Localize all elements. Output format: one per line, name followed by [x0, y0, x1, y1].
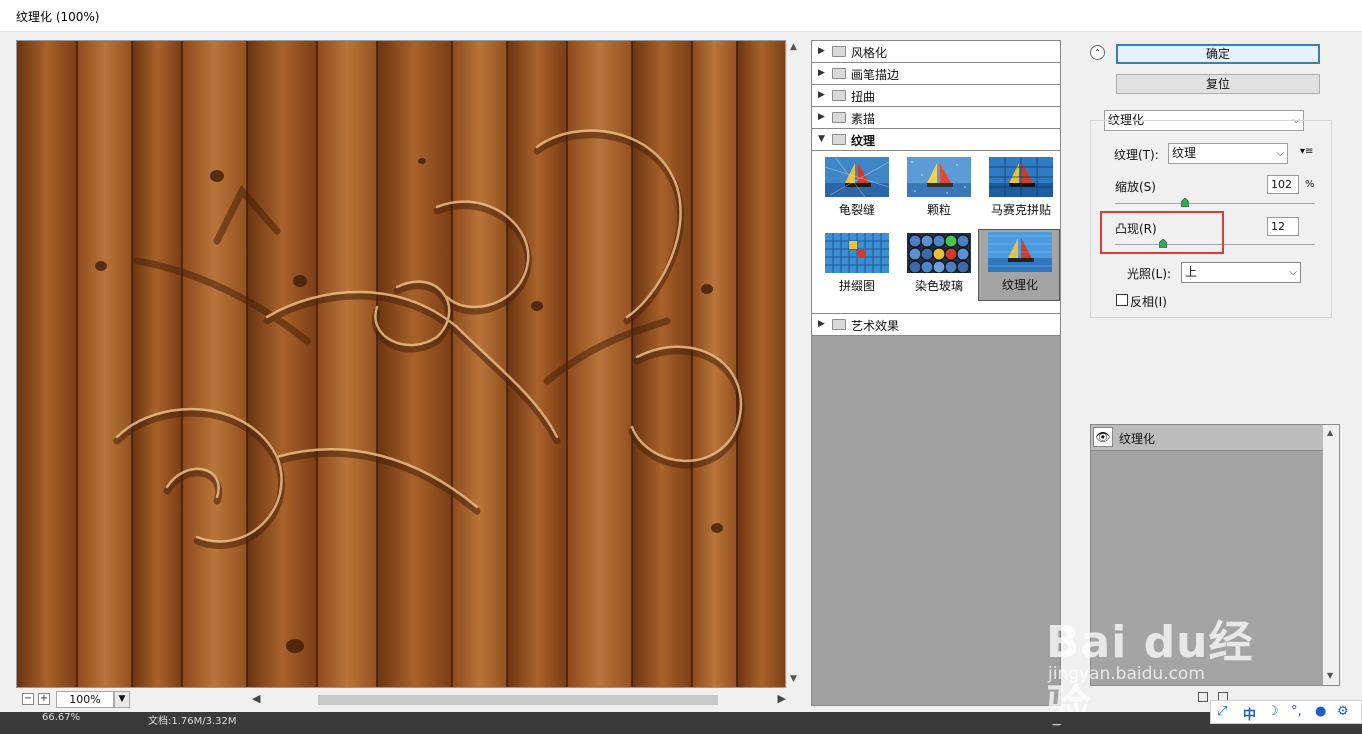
ime-mode[interactable]: 中	[1243, 704, 1256, 723]
invert-checkbox[interactable]	[1116, 294, 1128, 306]
scroll-up-icon[interactable]: ▲	[790, 42, 797, 52]
mosaic-tiles-thumbnail	[989, 157, 1053, 197]
folder-distort[interactable]: ▶ 扭曲	[812, 85, 1060, 107]
title-bar: 纹理化 (100%)	[0, 0, 1362, 32]
effect-layer-row[interactable]: 👁 纹理化	[1091, 425, 1323, 451]
folder-icon	[832, 68, 846, 79]
eye-icon[interactable]: 👁	[1093, 427, 1113, 447]
expand-arrow-icon[interactable]: ▶	[818, 90, 825, 100]
scaling-unit: %	[1305, 179, 1315, 190]
light-label: 光照(L):	[1127, 267, 1172, 281]
zoom-in-icon[interactable]: +	[38, 693, 50, 705]
scroll-down-icon[interactable]: ▼	[1327, 671, 1333, 680]
expand-arrow-icon[interactable]: ▶	[818, 46, 825, 56]
filter-gallery-dialog: 纹理化 (100%) ▲ ▼ − + 100% ▼ ◀ ▶ ▶ 风格化 ▶ 画笔…	[0, 0, 1362, 732]
wood-texture-image	[17, 41, 785, 687]
ok-button[interactable]: 确定	[1116, 44, 1320, 64]
folder-sketch[interactable]: ▶ 素描	[812, 107, 1060, 129]
preview-vertical-scrollbar[interactable]: ▲ ▼	[786, 40, 801, 688]
moon-icon[interactable]: ☽	[1267, 704, 1279, 719]
punctuation-icon[interactable]: °,	[1291, 704, 1302, 719]
preview-canvas[interactable]	[16, 40, 786, 688]
relief-input[interactable]: 12	[1267, 217, 1299, 236]
filter-mosaic-tiles[interactable]: 马赛克拼贴	[980, 155, 1062, 227]
filter-patchwork[interactable]: 拼缀图	[816, 231, 898, 303]
light-select[interactable]: 上 ⌵	[1181, 262, 1301, 283]
scaling-slider-track[interactable]	[1115, 203, 1315, 204]
invert-label: 反相(I)	[1130, 295, 1167, 309]
scroll-up-icon[interactable]: ▲	[1327, 428, 1333, 437]
expand-arrow-icon[interactable]: ▶	[818, 319, 825, 329]
preview-horizontal-scrollbar[interactable]: ◀ ▶	[248, 691, 788, 708]
chevron-down-icon: ⌵	[1289, 267, 1297, 278]
scaling-slider-thumb[interactable]	[1181, 198, 1189, 207]
filter-grain[interactable]: 颗粒	[898, 155, 980, 227]
folder-icon	[832, 319, 846, 330]
settings-gear-icon[interactable]: ⚙	[1337, 704, 1349, 719]
status-doc-size: 文档:1.76M/3.32M	[148, 716, 237, 727]
collapse-gallery-icon[interactable]: ⌃	[1090, 45, 1105, 60]
zoom-out-icon[interactable]: −	[22, 693, 34, 705]
collapse-arrow-icon[interactable]: ▼	[818, 134, 825, 144]
folder-artistic[interactable]: ▶ 艺术效果	[812, 314, 1060, 336]
craquelure-thumbnail	[825, 157, 889, 197]
filter-stained-glass[interactable]: 染色玻璃	[898, 231, 980, 303]
window-title: 纹理化 (100%)	[16, 10, 100, 24]
user-icon[interactable]: ●	[1315, 704, 1326, 719]
folder-open-icon	[832, 134, 846, 145]
expand-arrow-icon[interactable]: ▶	[818, 112, 825, 122]
zoom-bar: − + 100% ▼ ◀ ▶	[16, 690, 801, 710]
status-zoom: 66.67%	[42, 712, 81, 723]
folder-icon	[832, 112, 846, 123]
folder-icon	[832, 46, 846, 57]
scroll-thumb[interactable]	[318, 695, 718, 705]
status-bar: 66.67% 文档:1.76M/3.32M	[0, 712, 1362, 727]
scroll-right-icon[interactable]: ▶	[778, 692, 786, 705]
folder-icon	[832, 90, 846, 101]
expand-arrow-icon[interactable]: ▶	[818, 68, 825, 78]
patchwork-thumbnail	[825, 233, 889, 273]
texture-select[interactable]: 纹理 ⌵	[1168, 143, 1288, 164]
relief-highlight-box	[1100, 211, 1224, 254]
folder-stylize[interactable]: ▶ 风格化	[812, 41, 1060, 63]
grain-thumbnail	[907, 157, 971, 197]
scroll-left-icon[interactable]: ◀	[252, 692, 260, 705]
filter-gallery: ▶ 风格化 ▶ 画笔描边 ▶ 扭曲 ▶ 素描 ▼ 纹理 龟裂缝 颗粒 马赛克拼贴…	[811, 40, 1061, 706]
stained-glass-thumbnail	[907, 233, 971, 273]
reset-button[interactable]: 复位	[1116, 74, 1320, 94]
scroll-down-icon[interactable]: ▼	[790, 674, 797, 684]
filter-craquelure[interactable]: 龟裂缝	[816, 155, 898, 227]
scaling-label: 缩放(S)	[1115, 180, 1156, 194]
folder-texture[interactable]: ▼ 纹理	[812, 129, 1060, 151]
ime-toolbar: ⤢ 中 ☽ °, ● ⚙	[1210, 700, 1362, 724]
zoom-dropdown-chevron-down-icon[interactable]: ▼	[114, 691, 130, 708]
baidu-jingyan-watermark: Bai du经验 jingyan.baidu.com	[1046, 617, 1254, 732]
filter-folder-list: ▶ 风格化 ▶ 画笔描边 ▶ 扭曲 ▶ 素描 ▼ 纹理 龟裂缝 颗粒 马赛克拼贴…	[812, 41, 1060, 336]
chevron-down-icon: ⌵	[1276, 148, 1284, 159]
texture-filter-thumbnails: 龟裂缝 颗粒 马赛克拼贴 拼缀图 染色玻璃 纹理化	[812, 151, 1060, 314]
scaling-input[interactable]: 102	[1267, 175, 1299, 194]
preview-panel: ▲ ▼ − + 100% ▼ ◀ ▶	[16, 40, 801, 710]
ime-switch-icon[interactable]: ⤢	[1217, 704, 1227, 719]
texturizer-thumbnail	[988, 232, 1052, 272]
filter-texturizer[interactable]: 纹理化	[978, 229, 1060, 301]
layers-scrollbar[interactable]: ▲ ▼	[1323, 425, 1339, 685]
zoom-input[interactable]: 100%	[56, 691, 114, 708]
texture-menu-icon[interactable]: ▾≡	[1300, 146, 1313, 157]
texture-label: 纹理(T):	[1114, 148, 1159, 162]
folder-brush-strokes[interactable]: ▶ 画笔描边	[812, 63, 1060, 85]
